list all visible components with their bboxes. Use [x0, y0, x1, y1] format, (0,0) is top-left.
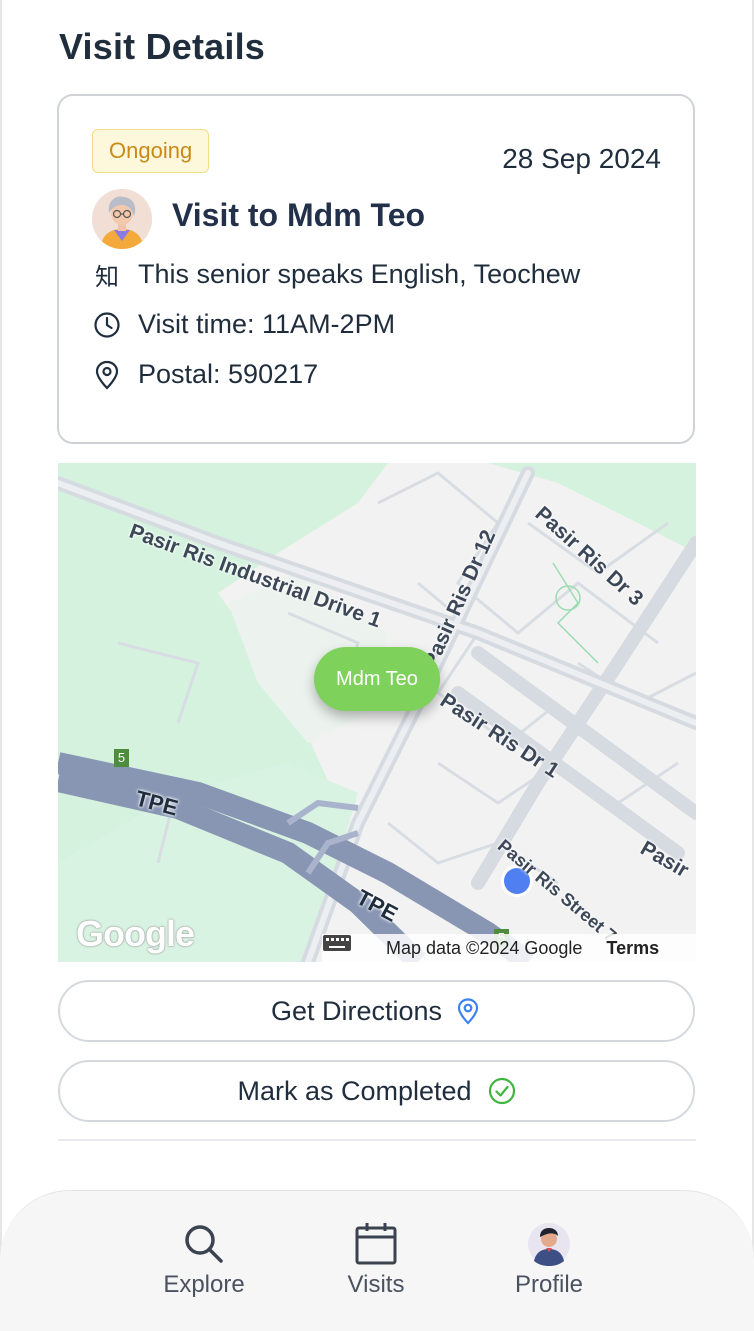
- senior-avatar-illustration: [92, 189, 152, 249]
- mark-completed-label: Mark as Completed: [237, 1075, 472, 1106]
- tab-visits-label: Visits: [347, 1271, 405, 1298]
- visit-time-row: Visit time: 11AM-2PM: [92, 309, 395, 340]
- visit-date: 28 Sep 2024: [502, 143, 661, 174]
- search-icon: [181, 1221, 227, 1267]
- visit-time-text: Visit time: 11AM-2PM: [138, 309, 396, 339]
- status-badge: Ongoing: [92, 129, 210, 173]
- tab-profile[interactable]: Profile: [479, 1221, 619, 1299]
- language-icon: 知: [95, 264, 119, 291]
- tab-visits[interactable]: Visits: [306, 1221, 446, 1299]
- page-title: Visit Details: [59, 26, 266, 67]
- highway-badge: 5: [114, 749, 129, 767]
- language-row: 知 This senior speaks English, Teochew: [92, 259, 581, 291]
- terms-link[interactable]: Terms: [606, 938, 659, 959]
- location-pin-icon: [454, 997, 482, 1025]
- visit-title: Visit to Mdm Teo: [172, 197, 426, 233]
- check-circle-icon: [488, 1077, 516, 1105]
- tab-explore-label: Explore: [163, 1271, 245, 1298]
- map-view[interactable]: Pasir Ris Industrial Drive 1 Pasir Ris D…: [58, 463, 696, 962]
- keyboard-icon[interactable]: [323, 935, 362, 957]
- tab-explore[interactable]: Explore: [134, 1221, 274, 1299]
- map-attribution: Map data ©2024 Google: [386, 937, 583, 958]
- location-pin-icon: [92, 360, 122, 390]
- section-divider: [58, 1139, 696, 1141]
- bottom-tab-bar: Explore Visits Profile: [0, 1190, 754, 1331]
- frame-border-left: [0, 0, 2, 1330]
- google-logo: Google: [76, 913, 195, 954]
- map-attribution-bar: Map data ©2024 Google Terms: [322, 934, 696, 962]
- clock-icon: [92, 310, 122, 340]
- profile-avatar: [526, 1221, 572, 1267]
- postal-row: Postal: 590217: [92, 359, 318, 390]
- mark-completed-button[interactable]: Mark as Completed: [58, 1060, 695, 1122]
- postal-text: Postal: 590217: [138, 359, 319, 389]
- senior-avatar: [92, 189, 152, 249]
- get-directions-button[interactable]: Get Directions: [58, 980, 695, 1042]
- get-directions-label: Get Directions: [270, 995, 443, 1026]
- tab-profile-label: Profile: [514, 1271, 584, 1298]
- language-text: This senior speaks English, Teochew: [138, 259, 581, 289]
- senior-location-marker[interactable]: Mdm Teo: [314, 647, 440, 711]
- visit-card: Ongoing 28 Sep 2024 Visit to Mdm Teo 知 T…: [57, 94, 695, 444]
- calendar-icon: [353, 1221, 399, 1267]
